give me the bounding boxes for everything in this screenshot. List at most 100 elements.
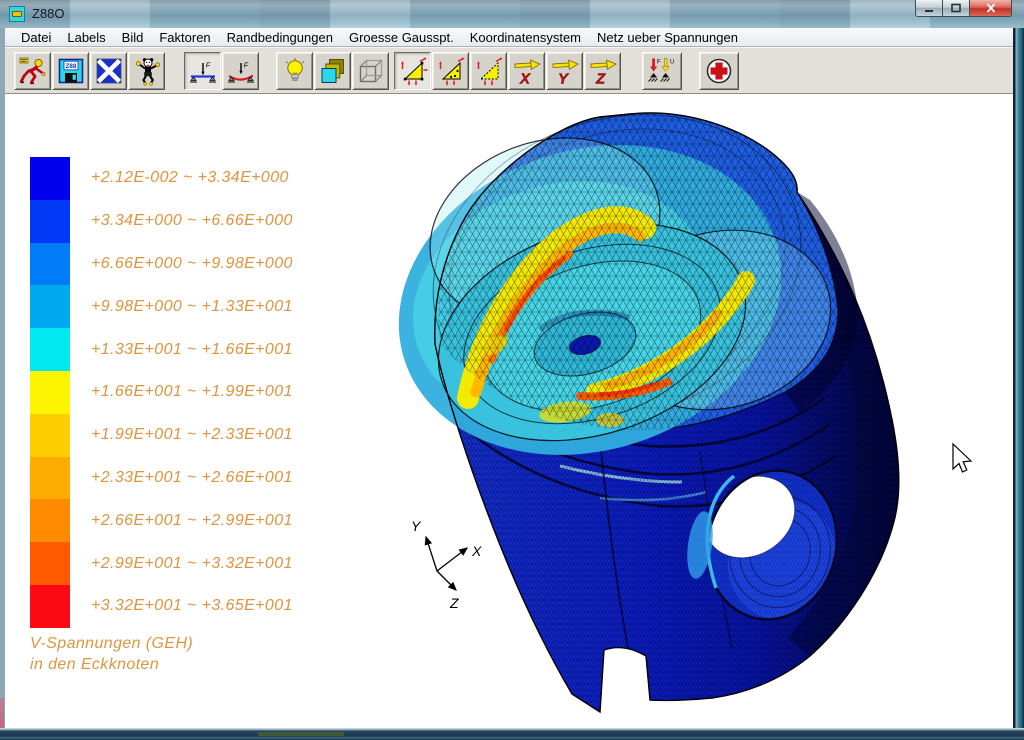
- legend-color-swatch: [30, 157, 70, 200]
- legend-row: +2.33E+001 ~ +2.66E+001: [30, 457, 293, 500]
- close-button[interactable]: [970, 0, 1012, 17]
- menu-bar: DateiLabelsBildFaktorenRandbedingungenGr…: [4, 28, 1014, 47]
- menu-item-groesse-gausspt[interactable]: Groesse Gausspt.: [341, 29, 462, 46]
- stress-triangle-gauss-icon: [436, 56, 466, 86]
- legend-row: +3.32E+001 ~ +3.65E+001: [30, 585, 293, 628]
- menu-item-datei[interactable]: Datei: [13, 29, 59, 46]
- legend-range-label: +3.34E+000 ~ +6.66E+000: [91, 212, 293, 230]
- panic-figure-icon: [132, 56, 162, 86]
- legend-range-label: +2.12E-002 ~ +3.34E+000: [91, 169, 289, 187]
- legend-caption: V-Spannungen (GEH) in den Eckknoten: [30, 633, 193, 675]
- stress-triangle-corner-icon: [398, 56, 428, 86]
- open-button[interactable]: [14, 52, 51, 90]
- legend-row: +1.99E+001 ~ +2.33E+001: [30, 414, 293, 457]
- minimize-button[interactable]: [915, 0, 943, 17]
- exit-button[interactable]: [128, 52, 165, 90]
- deflection-y-button[interactable]: Y: [546, 52, 583, 90]
- legend-color-swatch: [30, 499, 70, 542]
- bulb-icon: [280, 56, 310, 86]
- legend-row: +1.33E+001 ~ +1.66E+001: [30, 328, 293, 371]
- legend-caption-line2: in den Eckknoten: [30, 654, 193, 675]
- legend-row: +2.66E+001 ~ +2.99E+001: [30, 499, 293, 542]
- legend-color-swatch: [30, 457, 70, 500]
- force-displacement-icon: F U: [646, 56, 678, 86]
- menu-item-faktoren[interactable]: Faktoren: [151, 29, 218, 46]
- window-title: Z88O: [32, 6, 65, 21]
- legend-caption-line1: V-Spannungen (GEH): [30, 633, 193, 654]
- undeformed-structure-button[interactable]: F: [184, 52, 221, 90]
- legend-color-swatch: [30, 585, 70, 628]
- menu-item-koordinatensystem[interactable]: Koordinatensystem: [462, 29, 589, 46]
- legend-row: +6.66E+000 ~ +9.98E+000: [30, 243, 293, 286]
- legend-color-swatch: [30, 371, 70, 414]
- legend-row: +3.34E+000 ~ +6.66E+000: [30, 200, 293, 243]
- save-button[interactable]: Z88: [52, 52, 89, 90]
- stress-triangle-mean-icon: [474, 56, 504, 86]
- legend-row: +1.66E+001 ~ +1.99E+001: [30, 371, 293, 414]
- floppy-icon: Z88: [56, 56, 86, 86]
- arrow-x-icon: X: [512, 56, 542, 86]
- legend-range-label: +1.33E+001 ~ +1.66E+001: [91, 341, 293, 359]
- toolbar: Z88: [4, 47, 1014, 94]
- runner-icon: [18, 56, 48, 86]
- stress-legend: +2.12E-002 ~ +3.34E+000 +3.34E+000 ~ +6.6…: [30, 157, 293, 628]
- application-window: Z88O DateiLabelsBildFaktorenRandbedingun…: [0, 0, 1024, 740]
- wire-cube-icon: [356, 56, 386, 86]
- legend-range-label: +2.33E+001 ~ +2.66E+001: [91, 469, 293, 487]
- legend-range-label: +1.66E+001 ~ +1.99E+001: [91, 383, 293, 401]
- piston-model: [358, 94, 930, 715]
- svg-text:F: F: [243, 63, 248, 70]
- legend-color-swatch: [30, 542, 70, 585]
- axis-z-label: Z: [449, 595, 459, 611]
- menu-item-labels[interactable]: Labels: [59, 29, 113, 46]
- legend-color-swatch: [30, 328, 70, 371]
- close-icon: [985, 3, 997, 13]
- arrow-z-icon: Z: [588, 56, 618, 86]
- beam-deformed-icon: F: [226, 56, 256, 86]
- svg-text:U: U: [670, 60, 674, 66]
- legend-range-label: +3.32E+001 ~ +3.65E+001: [91, 597, 293, 615]
- clear-view-button[interactable]: [90, 52, 127, 90]
- stress-corner-nodes-button[interactable]: [394, 52, 431, 90]
- svg-text:Z: Z: [595, 71, 606, 87]
- maximize-button[interactable]: [943, 0, 970, 17]
- blue-cross-icon: [94, 56, 124, 86]
- legend-row: +2.12E-002 ~ +3.34E+000: [30, 157, 293, 200]
- minimize-icon: [923, 3, 935, 13]
- legend-color-swatch: [30, 414, 70, 457]
- menu-item-randbedingungen[interactable]: Randbedingungen: [219, 29, 341, 46]
- boundary-conditions-button[interactable]: F U: [642, 52, 682, 90]
- stacked-layers-icon: [318, 56, 348, 86]
- deflection-x-button[interactable]: X: [508, 52, 545, 90]
- legend-color-swatch: [30, 200, 70, 243]
- stress-element-mean-button[interactable]: [470, 52, 507, 90]
- border-artifact: [0, 698, 4, 728]
- legend-color-swatch: [30, 285, 70, 328]
- help-button[interactable]: [699, 52, 739, 90]
- app-icon: [9, 6, 25, 22]
- menu-item-bild[interactable]: Bild: [114, 29, 152, 46]
- legend-range-label: +2.66E+001 ~ +2.99E+001: [91, 512, 293, 530]
- legend-range-label: +1.99E+001 ~ +2.33E+001: [91, 426, 293, 444]
- wireframe-button[interactable]: [352, 52, 389, 90]
- deflection-z-button[interactable]: Z: [584, 52, 621, 90]
- light-toggle-button[interactable]: [276, 52, 313, 90]
- deformed-structure-button[interactable]: F: [222, 52, 259, 90]
- svg-text:X: X: [519, 71, 531, 87]
- legend-row: +9.98E+000 ~ +1.33E+001: [30, 285, 293, 328]
- title-bar[interactable]: Z88O: [0, 0, 1024, 28]
- border-artifact: [258, 732, 344, 736]
- svg-text:F: F: [657, 60, 661, 66]
- window-border-right: [1013, 28, 1024, 740]
- window-border-bottom: [0, 728, 1024, 740]
- stress-gauss-points-button[interactable]: [432, 52, 469, 90]
- hidden-line-button[interactable]: [314, 52, 351, 90]
- legend-range-label: +6.66E+000 ~ +9.98E+000: [91, 255, 293, 273]
- window-controls: [915, 0, 1012, 17]
- svg-text:Z88: Z88: [65, 63, 76, 70]
- legend-range-label: +2.99E+001 ~ +3.32E+001: [91, 555, 293, 573]
- red-cross-icon: [704, 56, 734, 86]
- fem-mesh-crown: [428, 105, 848, 435]
- menu-item-netz-ueber-spannungen[interactable]: Netz ueber Spannungen: [589, 29, 746, 46]
- coordinate-triad: Y X Z: [411, 518, 482, 611]
